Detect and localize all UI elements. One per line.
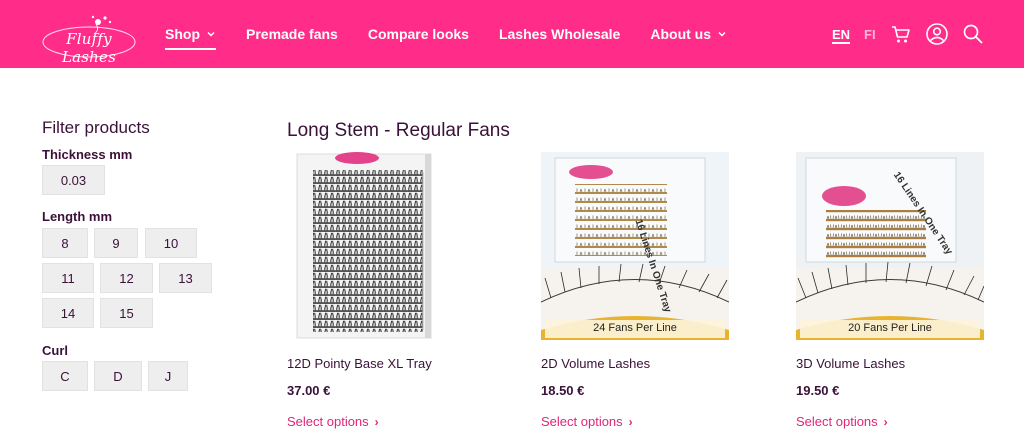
thickness-title: Thickness mm bbox=[42, 147, 133, 162]
chevron-down-icon bbox=[207, 31, 215, 37]
product-price: 37.00 € bbox=[287, 383, 331, 398]
chevron-right-icon: › bbox=[628, 414, 633, 429]
chevron-down-icon bbox=[718, 31, 726, 37]
search-icon[interactable] bbox=[961, 22, 985, 46]
length-option-8[interactable]: 8 bbox=[42, 228, 88, 258]
length-option-9[interactable]: 9 bbox=[94, 228, 138, 258]
nav-lashes-wholesale[interactable]: Lashes Wholesale bbox=[499, 0, 620, 68]
length-option-10[interactable]: 10 bbox=[145, 228, 197, 258]
product-price: 19.50 € bbox=[796, 383, 840, 398]
lash-tray-image bbox=[541, 152, 729, 340]
banner-label: 24 Fans Per Line bbox=[593, 322, 677, 334]
banner-label: 20 Fans Per Line bbox=[848, 322, 932, 334]
length-title: Length mm bbox=[42, 209, 113, 224]
select-options-link[interactable]: Select options › bbox=[541, 414, 729, 429]
select-options-link[interactable]: Select options › bbox=[287, 414, 475, 429]
lash-tray-image bbox=[796, 152, 984, 340]
length-option-13[interactable]: 13 bbox=[159, 263, 212, 293]
product-card: 16 Lines In One Tray 20 Fans Per Line 3D… bbox=[796, 152, 984, 429]
curl-option-d[interactable]: D bbox=[94, 361, 142, 391]
length-option-12[interactable]: 12 bbox=[100, 263, 153, 293]
filter-title: Filter products bbox=[42, 118, 150, 137]
product-name[interactable]: 12D Pointy Base XL Tray bbox=[287, 356, 475, 371]
select-options-label: Select options bbox=[796, 414, 878, 429]
curl-option-j[interactable]: J bbox=[148, 361, 188, 391]
product-name[interactable]: 3D Volume Lashes bbox=[796, 356, 984, 371]
nav-shop[interactable]: Shop bbox=[165, 0, 216, 68]
language-en[interactable]: EN bbox=[832, 0, 851, 68]
length-option-11[interactable]: 11 bbox=[42, 263, 94, 293]
section-title: Long Stem - Regular Fans bbox=[287, 120, 510, 141]
chevron-right-icon: › bbox=[883, 414, 888, 429]
nav-shop-label: Shop bbox=[165, 26, 200, 42]
site-header: Fluffy Lashes Shop Premade fans Compare … bbox=[0, 0, 1024, 68]
nav-premade-fans[interactable]: Premade fans bbox=[246, 0, 338, 68]
select-options-link[interactable]: Select options › bbox=[796, 414, 984, 429]
product-image[interactable]: 16 Lines In One Tray 24 Fans Per Line bbox=[541, 152, 729, 340]
nav-compare-looks[interactable]: Compare looks bbox=[368, 0, 469, 68]
nav-lashes-wholesale-label: Lashes Wholesale bbox=[498, 26, 621, 42]
main-nav: Shop Premade fans Compare looks Lashes W… bbox=[165, 0, 757, 68]
length-option-14[interactable]: 14 bbox=[42, 298, 94, 328]
product-image[interactable]: 16 Lines In One Tray 20 Fans Per Line bbox=[796, 152, 984, 340]
account-icon[interactable] bbox=[925, 22, 949, 46]
select-options-label: Select options bbox=[541, 414, 623, 429]
thickness-option[interactable]: 0.03 bbox=[42, 165, 105, 195]
product-name[interactable]: 2D Volume Lashes bbox=[541, 356, 729, 371]
chevron-right-icon: › bbox=[374, 414, 379, 429]
product-image[interactable] bbox=[287, 152, 475, 340]
language-fi[interactable]: FI bbox=[864, 0, 876, 68]
curl-option-c[interactable]: C bbox=[42, 361, 88, 391]
product-price: 18.50 € bbox=[541, 383, 585, 398]
logo-text: Fluffy Lashes bbox=[61, 30, 117, 66]
nav-premade-fans-label: Premade fans bbox=[246, 26, 338, 42]
lash-tray-image bbox=[296, 152, 432, 339]
product-card: 16 Lines In One Tray 24 Fans Per Line 2D… bbox=[541, 152, 729, 429]
logo[interactable]: Fluffy Lashes bbox=[38, 14, 140, 66]
nav-about-us-label: About us bbox=[650, 26, 712, 42]
product-card: 12D Pointy Base XL Tray 37.00 € Select o… bbox=[287, 152, 475, 429]
cart-icon[interactable] bbox=[889, 22, 913, 46]
length-option-15[interactable]: 15 bbox=[100, 298, 153, 328]
nav-compare-looks-label: Compare looks bbox=[367, 26, 469, 42]
nav-about-us[interactable]: About us bbox=[650, 0, 727, 68]
select-options-label: Select options bbox=[287, 414, 369, 429]
curl-title: Curl bbox=[42, 343, 68, 358]
